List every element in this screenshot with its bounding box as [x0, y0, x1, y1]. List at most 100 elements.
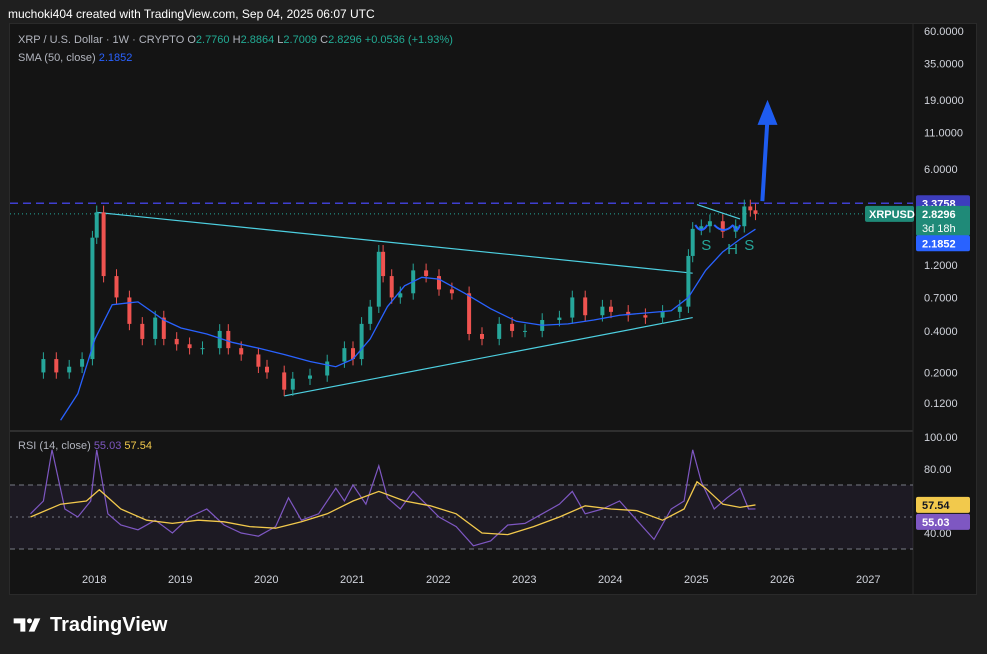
candle-body [359, 323, 364, 360]
price-tick-label: 6.0000 [924, 164, 958, 176]
pattern-label: S [744, 237, 754, 254]
candle-body [41, 359, 46, 373]
sma-badge: 2.1852 [922, 238, 956, 250]
candle-body [381, 251, 386, 277]
candle-body [643, 315, 648, 318]
price-tick-label: 0.2000 [924, 367, 958, 379]
time-tick-label: 2027 [856, 574, 880, 586]
price-tick-label: 1.2000 [924, 260, 958, 272]
rsi-label: RSI (14, close) [18, 440, 91, 452]
sma-label: SMA (50, close) [18, 52, 96, 64]
candle-body [510, 323, 515, 331]
candle-body [114, 276, 119, 298]
candle-body [187, 344, 192, 349]
rsi-legend: RSI (14, close) 55.03 57.54 [18, 440, 152, 452]
open-value: 2.7760 [195, 34, 230, 46]
price-badge: 2.8296 [922, 209, 956, 221]
rsi-ma-value: 57.54 [124, 440, 152, 452]
candle-body [699, 226, 704, 229]
candle-body [239, 348, 244, 355]
candle-body [368, 306, 373, 324]
candle-body [480, 334, 484, 339]
candle-body [600, 306, 605, 316]
price-legend: XRP / U.S. Dollar · 1W · CRYPTO O2.7760 … [18, 34, 453, 46]
candle-body [140, 323, 145, 339]
time-tick-label: 2025 [684, 574, 708, 586]
candle-body [325, 361, 330, 376]
candle-body [376, 251, 381, 307]
price-tick-label: 0.7000 [924, 292, 958, 304]
candle-body [690, 228, 695, 256]
price-tick-label: 35.0000 [924, 58, 964, 70]
candle-body [677, 306, 682, 312]
upper-trendline [96, 211, 693, 274]
symbol-label: XRP / U.S. Dollar · 1W · CRYPTO [18, 34, 185, 46]
brand-text: TradingView [50, 613, 168, 636]
high-value: 2.8864 [240, 34, 275, 46]
low-value: 2.7009 [283, 34, 318, 46]
candle-body [660, 311, 665, 318]
candle-body [753, 210, 758, 214]
candle-body [256, 354, 261, 367]
pattern-label: H [727, 241, 738, 258]
time-tick-label: 2023 [512, 574, 536, 586]
candle-body [80, 359, 85, 367]
tradingview-footer[interactable]: TradingView [12, 612, 167, 638]
close-key: C [320, 34, 329, 46]
candle-body [200, 348, 205, 350]
symbol-badge: XRPUSD [869, 209, 915, 221]
price-tick-label: 11.0000 [924, 128, 963, 140]
pennant-upper [696, 204, 741, 220]
candle-body [174, 338, 179, 345]
candle-body [742, 206, 747, 227]
target-arrow-shaft [760, 117, 770, 202]
open-key: O [187, 34, 196, 46]
target-arrow-head [757, 99, 778, 125]
time-tick-label: 2026 [770, 574, 794, 586]
rsi-ma-badge: 57.54 [922, 500, 950, 512]
price-tick-label: 0.1200 [924, 398, 958, 410]
price-tick-label: 0.4000 [924, 326, 958, 338]
price-tick-label: 19.0000 [924, 95, 964, 107]
chart-svg[interactable]: 60.0000 35.0000 19.0000 11.0000 6.0000 1.2000… [0, 0, 987, 654]
high-key: H [232, 34, 241, 46]
candle-body [217, 330, 222, 349]
candle-body [570, 297, 575, 318]
candle-body [449, 289, 454, 294]
candle-body [437, 276, 441, 290]
candle-body [557, 317, 562, 321]
countdown-badge: 3d 18h [922, 223, 956, 235]
candle-body [609, 306, 613, 312]
candle-body [226, 330, 231, 349]
candle-body [127, 297, 132, 324]
candle-body [748, 206, 753, 211]
sma-value: 2.1852 [98, 52, 133, 64]
candle-body [54, 359, 59, 373]
price-tick-label: 60.0000 [924, 26, 964, 38]
pattern-label: S [701, 237, 711, 254]
candle-body [342, 348, 347, 362]
candle-body [153, 317, 158, 339]
candle-body [67, 366, 72, 373]
candle-body [282, 372, 287, 390]
time-tick-label: 2022 [426, 574, 450, 586]
sma-legend: SMA (50, close) 2.1852 [18, 52, 132, 64]
candle-body [523, 330, 527, 332]
candle-body [101, 212, 106, 277]
candle-body [707, 221, 712, 227]
candle-body [389, 276, 394, 298]
candle-body [497, 323, 502, 339]
rsi-badge: 55.03 [922, 517, 950, 529]
time-tick-label: 2018 [82, 574, 106, 586]
change-value: +0.0536 (+1.93%) [364, 34, 453, 46]
candle-body [265, 366, 269, 373]
candle-body [583, 297, 588, 316]
time-tick-label: 2021 [340, 574, 364, 586]
time-tick-label: 2019 [168, 574, 192, 586]
time-tick-label: 2024 [598, 574, 622, 586]
candle-body [290, 378, 295, 390]
close-value: 2.8296 [328, 34, 362, 46]
candle-body [308, 375, 312, 379]
rsi-tick-label: 80.00 [924, 464, 952, 476]
rsi-value: 55.03 [93, 440, 122, 452]
